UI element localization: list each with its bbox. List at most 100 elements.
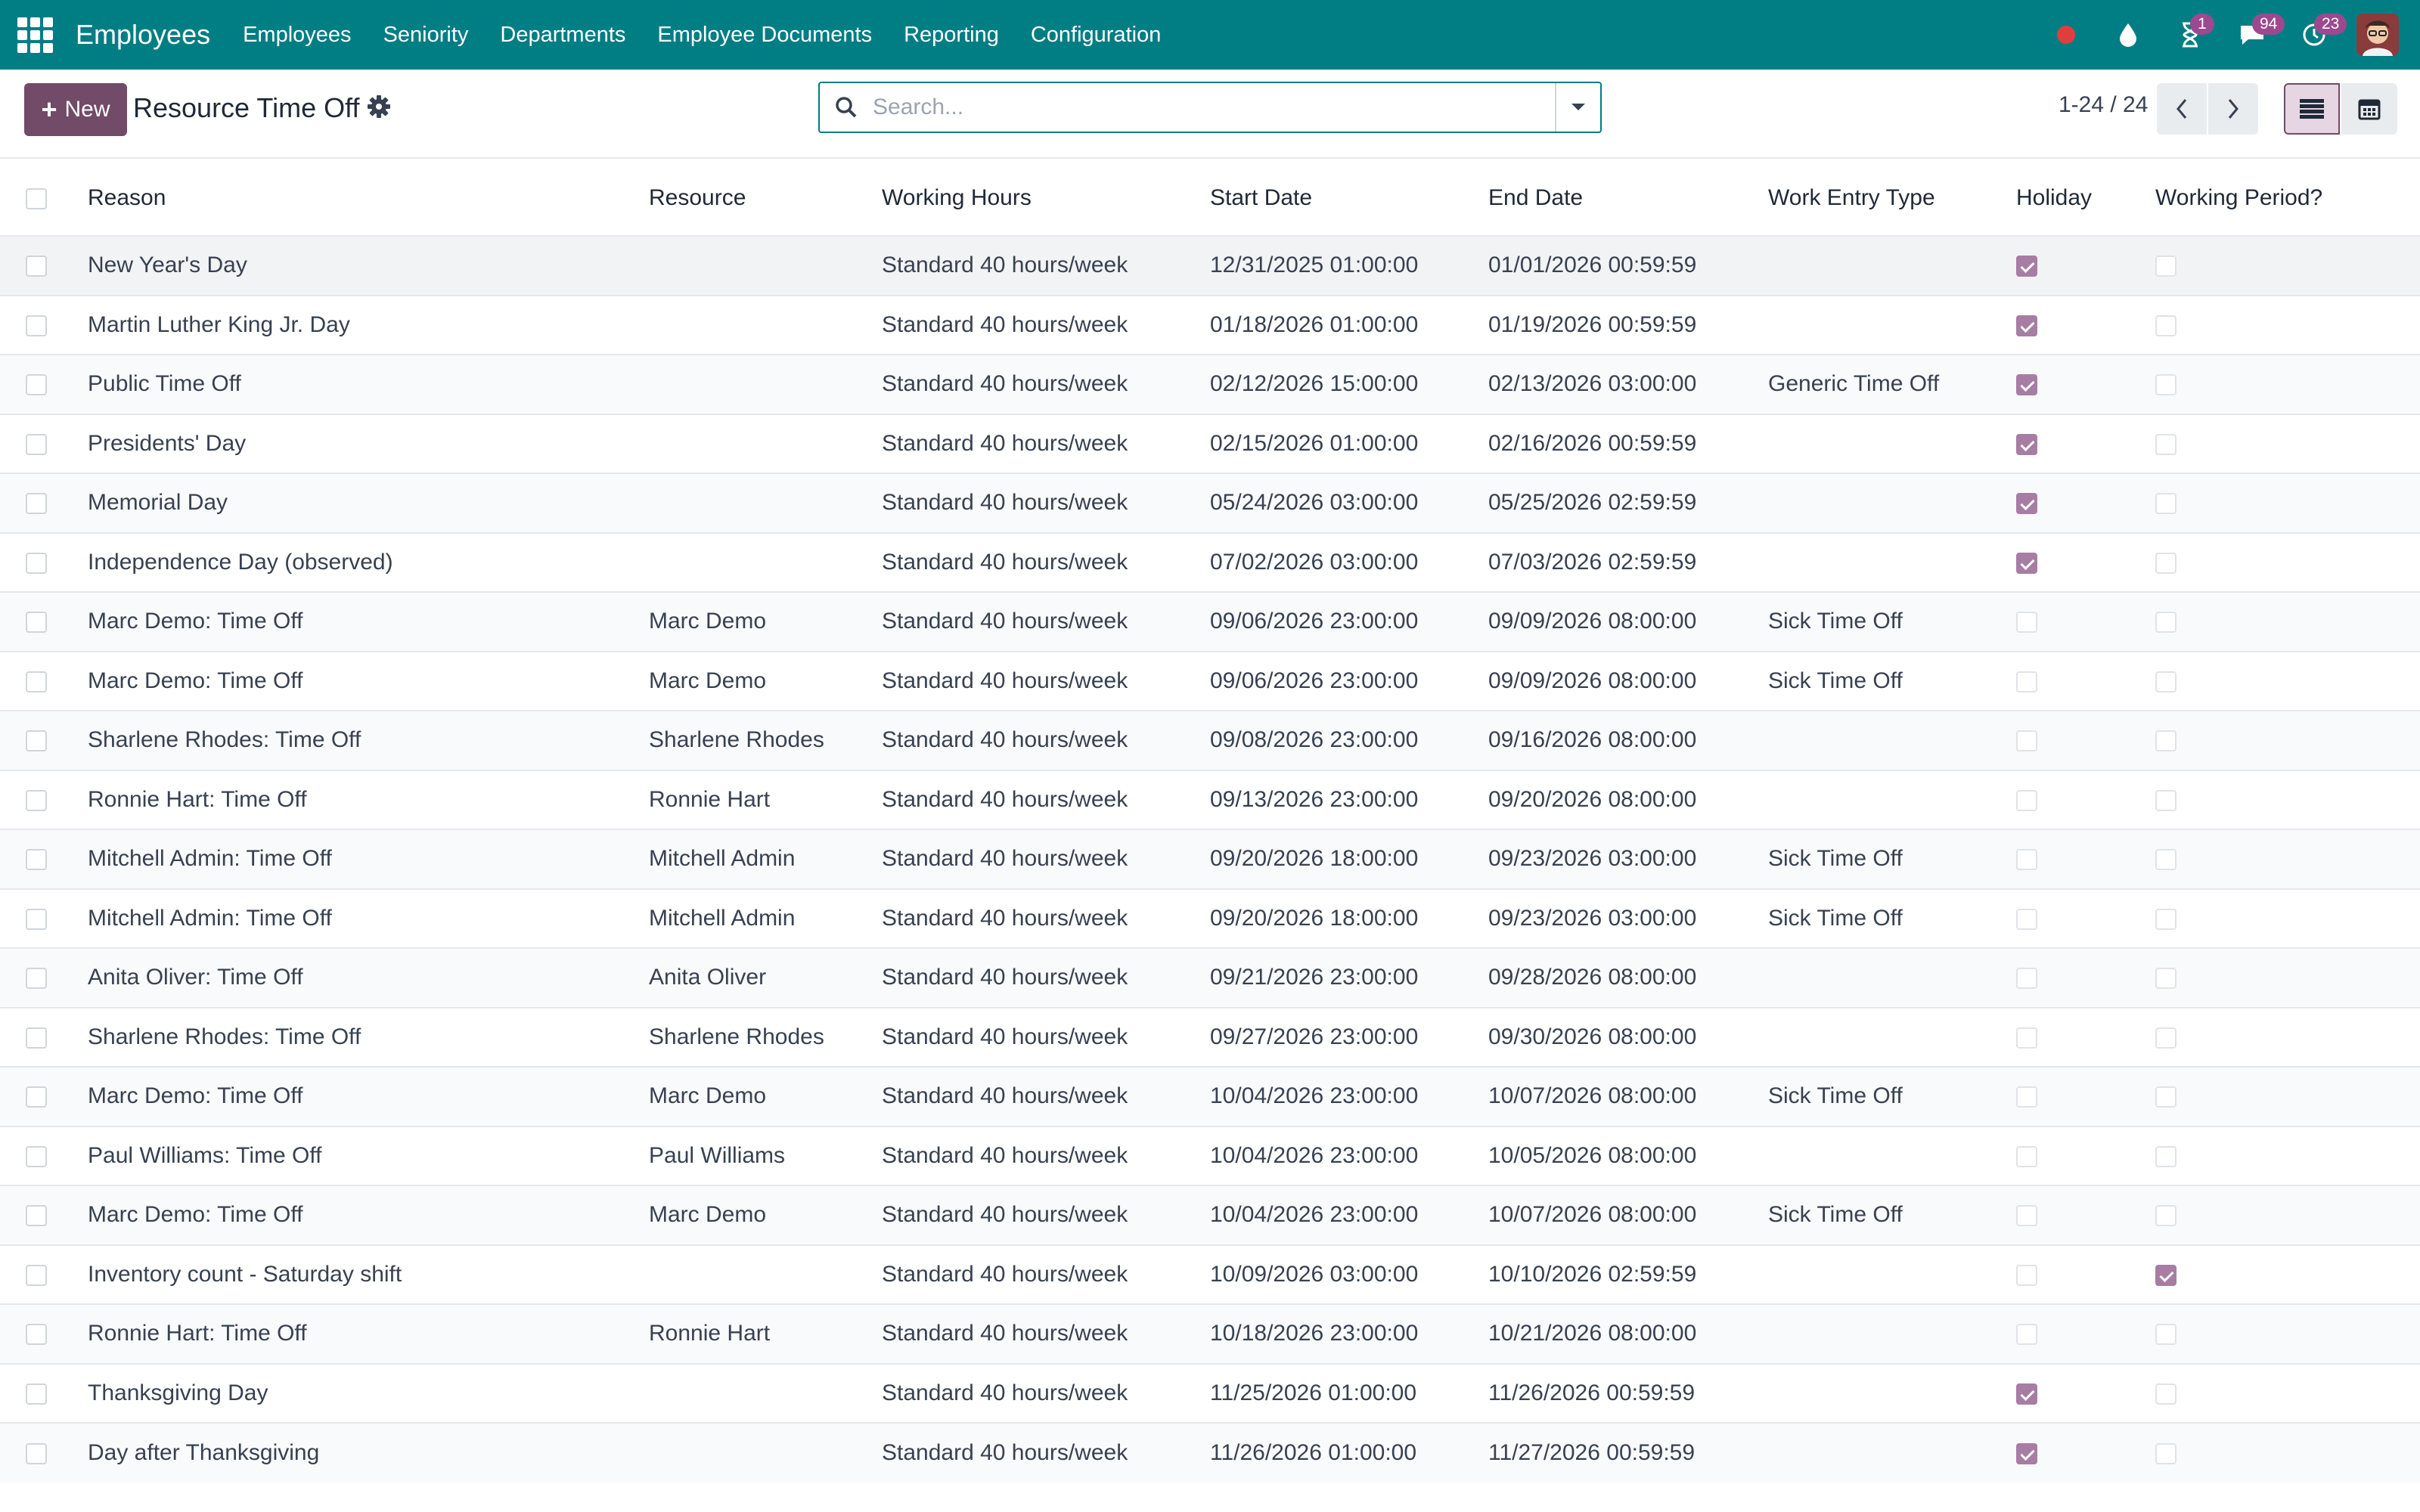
cell-start-date[interactable]: 09/21/2026 23:00:00 [1210, 948, 1488, 1008]
cell-work-entry-type[interactable]: Generic Time Off [1768, 355, 2016, 414]
app-title[interactable]: Employees [76, 19, 210, 51]
table-row[interactable]: Marc Demo: Time Off Marc Demo Standard 40 … [0, 651, 2420, 711]
cell-start-date[interactable]: 09/20/2026 18:00:00 [1210, 889, 1488, 949]
cell-resource[interactable]: Marc Demo [649, 1185, 882, 1245]
cell-start-date[interactable]: 10/18/2026 23:00:00 [1210, 1304, 1488, 1364]
cell-working-hours[interactable]: Standard 40 hours/week [882, 1008, 1210, 1067]
cell-start-date[interactable]: 09/06/2026 23:00:00 [1210, 592, 1488, 652]
pager-value[interactable]: 1-24 / 24 [2059, 92, 2148, 118]
cell-reason[interactable]: Martin Luther King Jr. Day [88, 296, 649, 355]
header-work-entry-type[interactable]: Work Entry Type [1768, 160, 2016, 236]
cell-start-date[interactable]: 01/18/2026 01:00:00 [1210, 296, 1488, 355]
cell-start-date[interactable]: 07/02/2026 03:00:00 [1210, 533, 1488, 593]
header-start-date[interactable]: Start Date [1210, 160, 1488, 236]
cell-reason[interactable]: Sharlene Rhodes: Time Off [88, 1008, 649, 1067]
cell-end-date[interactable]: 01/01/2026 00:59:59 [1488, 236, 1768, 296]
cell-working-hours[interactable]: Standard 40 hours/week [882, 533, 1210, 593]
table-row[interactable]: Martin Luther King Jr. Day Standard 40 ho… [0, 295, 2420, 355]
cell-resource[interactable]: Marc Demo [649, 592, 882, 652]
cell-reason[interactable]: Sharlene Rhodes: Time Off [88, 711, 649, 770]
cell-reason[interactable]: Thanksgiving Day [88, 1364, 649, 1424]
cell-end-date[interactable]: 09/09/2026 08:00:00 [1488, 592, 1768, 652]
row-select-checkbox[interactable] [26, 1264, 47, 1286]
cell-reason[interactable]: Mitchell Admin: Time Off [88, 829, 649, 889]
row-select-checkbox[interactable] [26, 730, 47, 752]
cell-working-hours[interactable]: Standard 40 hours/week [882, 711, 1210, 770]
cell-resource[interactable] [649, 1245, 882, 1305]
cell-work-entry-type[interactable] [1768, 533, 2016, 593]
pager-next-chevron-right-icon[interactable] [2208, 83, 2258, 135]
cell-resource[interactable] [649, 1423, 882, 1483]
row-select-checkbox[interactable] [26, 908, 47, 930]
table-row[interactable]: Presidents' Day Standard 40 hours/week 02/… [0, 414, 2420, 474]
status-dot-icon[interactable] [2046, 15, 2086, 54]
cell-end-date[interactable]: 09/28/2026 08:00:00 [1488, 948, 1768, 1008]
cell-resource[interactable] [649, 355, 882, 414]
cell-working-hours[interactable]: Standard 40 hours/week [882, 652, 1210, 711]
cell-end-date[interactable]: 02/13/2026 03:00:00 [1488, 355, 1768, 414]
table-row[interactable]: Paul Williams: Time Off Paul Williams Stan… [0, 1126, 2420, 1186]
cell-resource[interactable]: Mitchell Admin [649, 829, 882, 889]
menu-reporting[interactable]: Reporting [888, 23, 1015, 48]
search-options-chevron-down-icon[interactable] [1555, 83, 1600, 132]
messages-chat-icon[interactable]: 94 [2232, 14, 2285, 54]
row-select-checkbox[interactable] [26, 552, 47, 574]
cell-work-entry-type[interactable] [1768, 1008, 2016, 1067]
menu-departments[interactable]: Departments [484, 23, 641, 48]
table-row[interactable]: Sharlene Rhodes: Time Off Sharlene Rhodes… [0, 711, 2420, 770]
cell-reason[interactable]: Independence Day (observed) [88, 533, 649, 593]
gear-icon[interactable] [366, 94, 392, 119]
cell-start-date[interactable]: 11/25/2026 01:00:00 [1210, 1364, 1488, 1424]
cell-working-hours[interactable]: Standard 40 hours/week [882, 948, 1210, 1008]
cell-start-date[interactable]: 10/09/2026 03:00:00 [1210, 1245, 1488, 1305]
row-select-checkbox[interactable] [26, 849, 47, 871]
cell-work-entry-type[interactable] [1768, 1245, 2016, 1305]
cell-reason[interactable]: Anita Oliver: Time Off [88, 948, 649, 1008]
list-view-icon[interactable] [2284, 83, 2340, 135]
table-row[interactable]: Marc Demo: Time Off Marc Demo Standard 40 … [0, 1185, 2420, 1245]
table-row[interactable]: Independence Day (observed) Standard 40 h… [0, 532, 2420, 593]
table-row[interactable]: Anita Oliver: Time Off Anita Oliver Standa… [0, 948, 2420, 1008]
cell-start-date[interactable]: 09/06/2026 23:00:00 [1210, 652, 1488, 711]
cell-reason[interactable]: Memorial Day [88, 473, 649, 533]
cell-reason[interactable]: New Year's Day [88, 236, 649, 296]
cell-reason[interactable]: Ronnie Hart: Time Off [88, 1304, 649, 1364]
cell-working-hours[interactable]: Standard 40 hours/week [882, 296, 1210, 355]
row-select-checkbox[interactable] [26, 1027, 47, 1049]
cell-start-date[interactable]: 02/12/2026 15:00:00 [1210, 355, 1488, 414]
cell-end-date[interactable]: 09/20/2026 08:00:00 [1488, 770, 1768, 830]
header-end-date[interactable]: End Date [1488, 160, 1768, 236]
cell-resource[interactable] [649, 1364, 882, 1424]
cell-end-date[interactable]: 09/23/2026 03:00:00 [1488, 889, 1768, 949]
cell-start-date[interactable]: 09/20/2026 18:00:00 [1210, 829, 1488, 889]
row-select-checkbox[interactable] [26, 1205, 47, 1227]
cell-reason[interactable]: Paul Williams: Time Off [88, 1126, 649, 1186]
header-holiday[interactable]: Holiday [2016, 160, 2155, 236]
menu-employee-documents[interactable]: Employee Documents [641, 23, 888, 48]
cell-end-date[interactable]: 11/27/2026 00:59:59 [1488, 1423, 1768, 1483]
cell-working-hours[interactable]: Standard 40 hours/week [882, 1245, 1210, 1305]
table-row[interactable]: Sharlene Rhodes: Time Off Sharlene Rhodes… [0, 1007, 2420, 1067]
cell-working-hours[interactable]: Standard 40 hours/week [882, 1304, 1210, 1364]
cell-working-hours[interactable]: Standard 40 hours/week [882, 829, 1210, 889]
cell-start-date[interactable]: 02/15/2026 01:00:00 [1210, 414, 1488, 474]
cell-working-hours[interactable]: Standard 40 hours/week [882, 1126, 1210, 1186]
cell-working-hours[interactable]: Standard 40 hours/week [882, 355, 1210, 414]
cell-resource[interactable] [649, 473, 882, 533]
table-row[interactable]: Thanksgiving Day Standard 40 hours/week 11… [0, 1363, 2420, 1424]
row-select-checkbox[interactable] [26, 612, 47, 634]
cell-work-entry-type[interactable] [1768, 236, 2016, 296]
row-select-checkbox[interactable] [26, 433, 47, 455]
cell-resource[interactable]: Sharlene Rhodes [649, 711, 882, 770]
search-input[interactable] [873, 85, 1555, 130]
cell-end-date[interactable]: 10/05/2026 08:00:00 [1488, 1126, 1768, 1186]
cell-work-entry-type[interactable]: Sick Time Off [1768, 592, 2016, 652]
cell-work-entry-type[interactable] [1768, 414, 2016, 474]
cell-end-date[interactable]: 10/21/2026 08:00:00 [1488, 1304, 1768, 1364]
cell-reason[interactable]: Day after Thanksgiving [88, 1423, 649, 1483]
header-resource[interactable]: Resource [649, 160, 882, 236]
cell-working-hours[interactable]: Standard 40 hours/week [882, 236, 1210, 296]
cell-end-date[interactable]: 09/16/2026 08:00:00 [1488, 711, 1768, 770]
cell-end-date[interactable]: 10/10/2026 02:59:59 [1488, 1245, 1768, 1305]
activity-hourglass-icon[interactable]: 1 [2170, 14, 2214, 54]
